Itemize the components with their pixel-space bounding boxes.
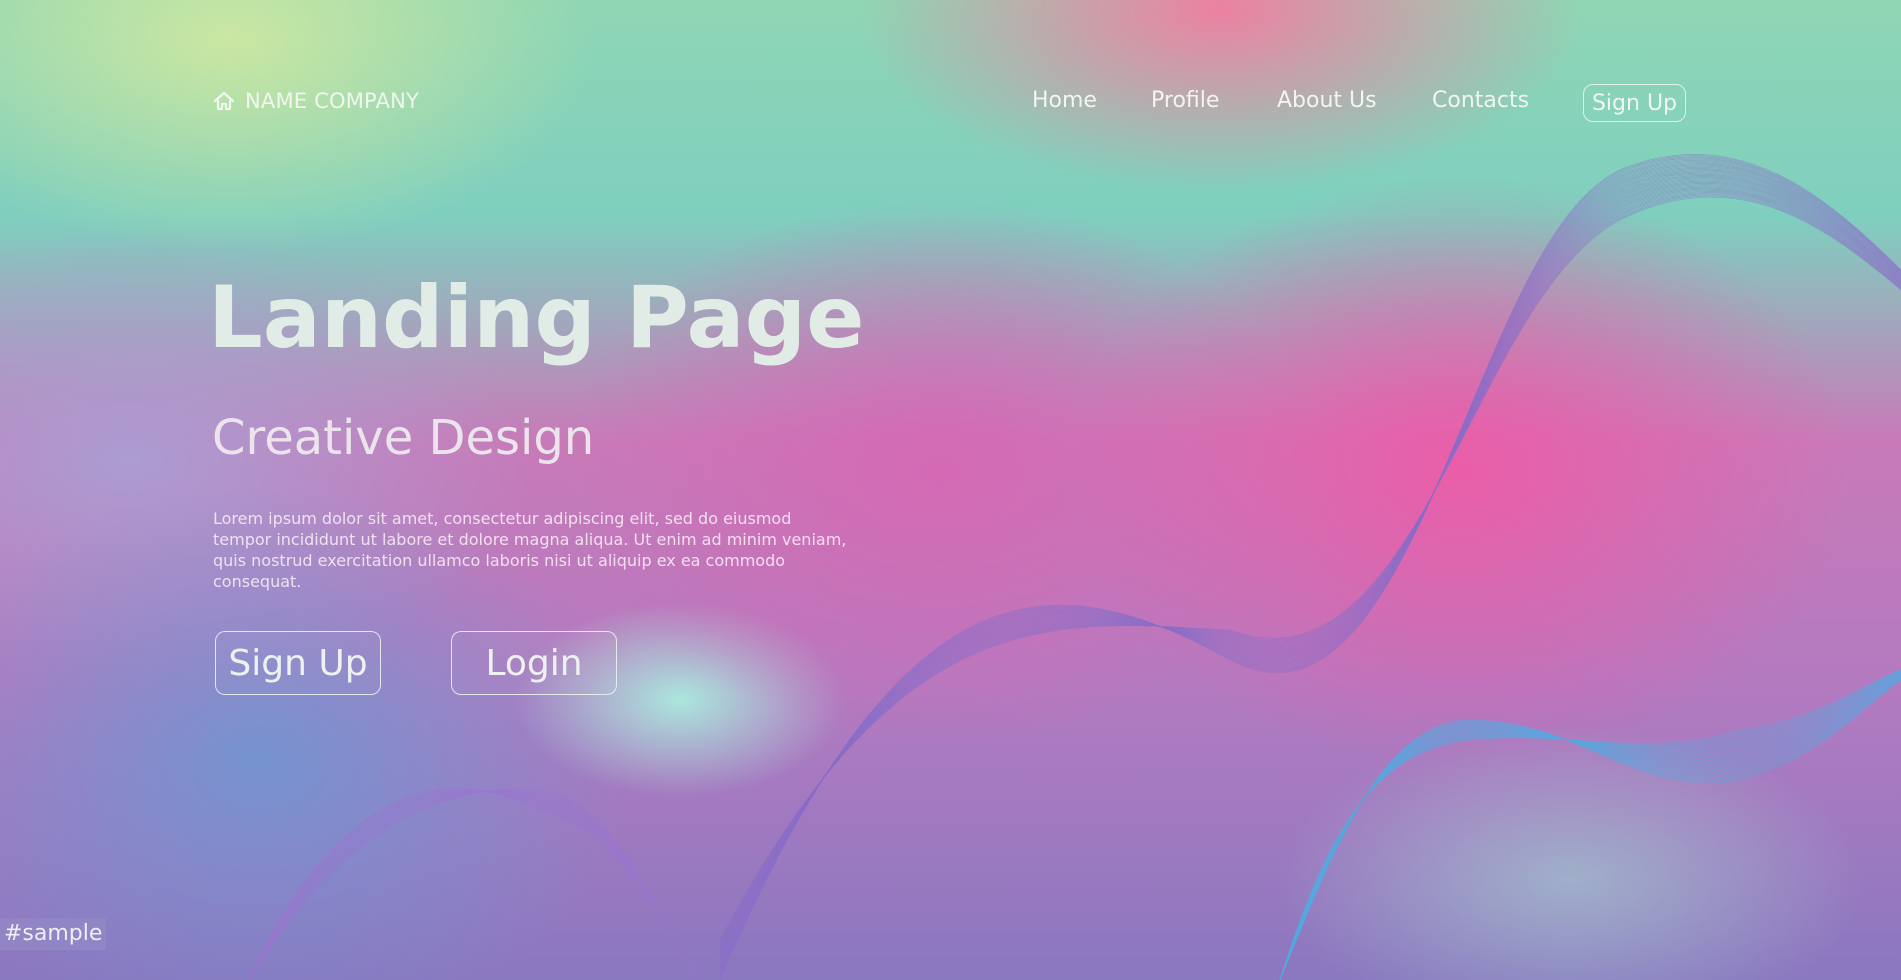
sign-up-button[interactable]: Sign Up: [215, 631, 381, 695]
brand-name: NAME COMPANY: [245, 89, 420, 113]
nav-home[interactable]: Home: [1032, 86, 1097, 116]
home-icon: [213, 91, 235, 111]
nav-about-us[interactable]: About Us: [1277, 86, 1377, 116]
nav-contacts[interactable]: Contacts: [1432, 86, 1529, 116]
hero-description: Lorem ipsum dolor sit amet, consectetur …: [213, 509, 847, 591]
wave-lines-decoration: [249, 154, 1901, 980]
login-button[interactable]: Login: [451, 631, 617, 695]
brand-logo[interactable]: NAME COMPANY: [213, 86, 419, 116]
hero-title: Landing Page: [208, 268, 865, 368]
nav-sign-up-button[interactable]: Sign Up: [1583, 84, 1686, 122]
hero-subtitle: Creative Design: [212, 410, 595, 466]
watermark-tag: #sample: [0, 918, 107, 950]
nav-profile[interactable]: Profile: [1151, 86, 1219, 116]
